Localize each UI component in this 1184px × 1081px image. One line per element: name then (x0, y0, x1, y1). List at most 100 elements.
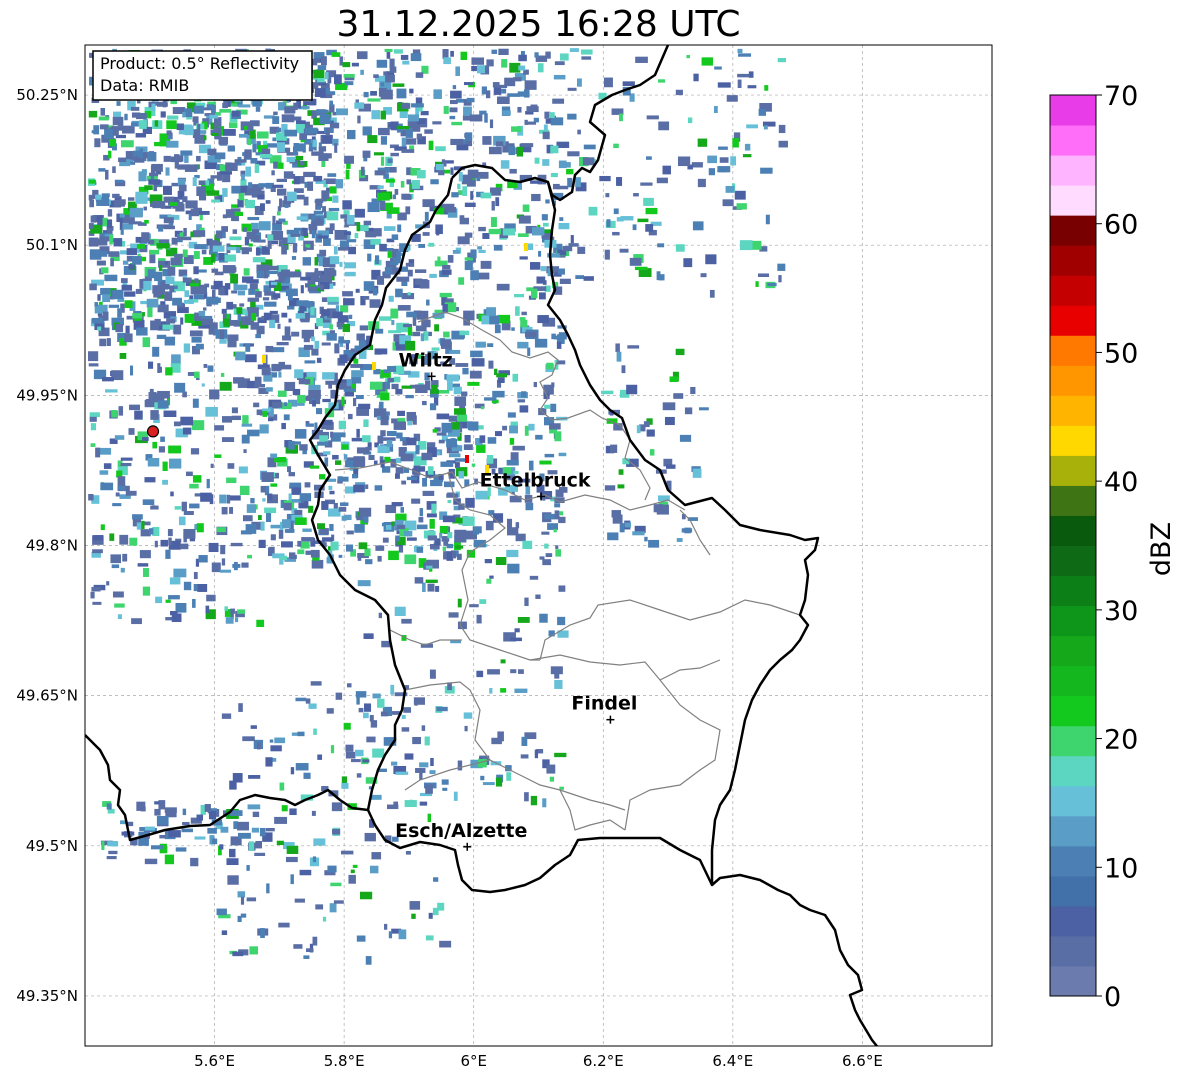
echo-cell (241, 562, 249, 568)
echo-cell (407, 269, 413, 277)
echo-cell (637, 218, 649, 223)
echo-cell (91, 317, 105, 324)
echo-cell (344, 271, 356, 277)
echo-cell (489, 119, 494, 129)
echo-cell (265, 827, 275, 832)
echo-cell (498, 48, 509, 56)
colorbar-tick-labels: 010203040506070 (1096, 81, 1138, 1013)
echo-cell (443, 331, 450, 338)
echo-cell (322, 398, 331, 403)
echo-cell (588, 206, 598, 216)
echo-cell (343, 231, 352, 235)
echo-cell (338, 420, 347, 430)
echo-cell (164, 291, 173, 301)
echo-cell (242, 415, 249, 424)
echo-cell (553, 528, 557, 533)
echo-cell (148, 392, 157, 402)
echo-cell (470, 270, 479, 281)
echo-cell (294, 369, 304, 379)
echo-cell (251, 827, 260, 833)
echo-cell (496, 373, 508, 378)
echo-cell (279, 198, 283, 208)
echo-cell (124, 300, 133, 309)
echo-cell (227, 145, 235, 152)
echo-cell (111, 564, 120, 569)
echo-cell (222, 174, 231, 183)
echo-cell (132, 514, 143, 520)
echo-cell (496, 96, 510, 105)
echo-cell (249, 283, 258, 290)
echo-cell (458, 471, 464, 479)
echo-cell (429, 770, 436, 775)
echo-cell (255, 106, 261, 112)
echo-cell (428, 912, 433, 919)
echo-cell (328, 485, 333, 490)
echo-cell (742, 154, 752, 158)
echo-cell (124, 291, 136, 297)
echo-cell (303, 246, 307, 252)
city-label: Esch/Alzette (395, 820, 527, 842)
echo-cell (134, 319, 145, 328)
echo-cell (535, 434, 543, 440)
echo-cell (405, 394, 414, 399)
echo-cell (238, 703, 243, 712)
echo-cell (506, 518, 513, 529)
echo-cell (157, 304, 169, 313)
echo-cell (420, 110, 429, 116)
echo-cell (157, 102, 168, 107)
echo-cell (343, 454, 348, 460)
echo-cell (380, 200, 386, 211)
echo-cell (88, 110, 98, 118)
echo-cell (517, 399, 526, 403)
echo-cell (132, 150, 140, 157)
echo-cell (169, 202, 178, 206)
echo-cell (449, 107, 458, 113)
echo-cell (732, 138, 739, 148)
echo-cell (462, 186, 468, 196)
echo-cell (391, 761, 398, 766)
echo-cell (467, 169, 479, 179)
echo-cell (450, 138, 464, 146)
echo-cell (346, 530, 354, 535)
echo-cell (181, 501, 187, 512)
echo-cell (90, 591, 95, 599)
echo-cell (415, 445, 420, 455)
echo-cell (227, 337, 237, 348)
echo-cell (657, 79, 666, 83)
echo-cell (226, 494, 231, 504)
echo-cell (258, 515, 262, 521)
colorbar-segment (1050, 395, 1096, 426)
echo-cell (239, 485, 250, 496)
echo-cell (88, 363, 99, 367)
echo-cell (401, 103, 411, 109)
echo-cell (268, 265, 279, 271)
echo-cell (665, 464, 676, 469)
echo-cell (292, 388, 301, 396)
echo-cell (554, 61, 565, 66)
echo-cell (120, 462, 132, 467)
colorbar-segment (1050, 275, 1096, 306)
echo-cell (386, 430, 397, 437)
echo-cell (286, 529, 293, 533)
echo-cell (194, 371, 200, 379)
echo-cell (124, 333, 133, 343)
echo-cell (219, 287, 225, 295)
echo-cell (324, 72, 329, 80)
echo-cell (298, 503, 309, 509)
echo-cell (154, 120, 159, 127)
echo-cell (149, 528, 154, 535)
echo-cell (699, 407, 709, 411)
echo-cell (470, 249, 477, 259)
echo-cell (367, 202, 380, 213)
echo-cell (677, 156, 691, 167)
echo-cell (208, 542, 219, 552)
echo-cell (755, 281, 759, 287)
echo-cell (155, 596, 163, 604)
echo-cell (544, 513, 556, 520)
echo-cell (352, 864, 358, 868)
echo-cell (109, 234, 113, 245)
echo-cell (277, 162, 284, 169)
echo-cell (164, 854, 175, 865)
echo-cell (219, 569, 232, 573)
echo-cell (484, 397, 497, 401)
